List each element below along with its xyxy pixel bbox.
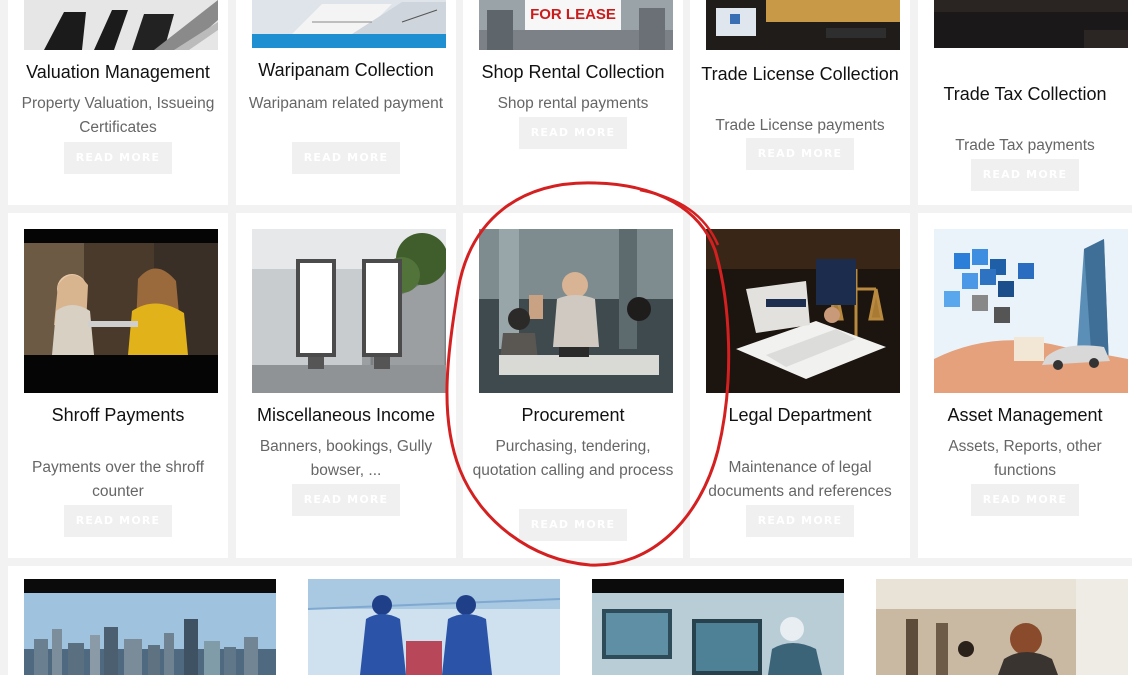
service-title: Legal Department xyxy=(728,405,872,425)
service-description: Maintenance of legal documents and refer… xyxy=(708,459,892,500)
service-title: Trade Tax Collection xyxy=(943,84,1107,104)
service-card-miscellaneous-income: Miscellaneous Income Banners, bookings, … xyxy=(236,213,456,558)
legal-documents-image xyxy=(706,229,900,393)
read-more-button[interactable]: READ MORE xyxy=(746,505,854,537)
office-worker-image xyxy=(876,579,1128,675)
service-card-procurement: Procurement Purchasing, tendering, quota… xyxy=(463,213,683,558)
service-description: Purchasing, tendering, quotation calling… xyxy=(472,438,674,479)
service-description: Assets, Reports, other functions xyxy=(948,438,1102,479)
read-more-button[interactable]: READ MORE xyxy=(971,484,1079,516)
service-title: Shroff Payments xyxy=(51,405,185,425)
trade-license-image xyxy=(706,0,900,50)
service-card-shroff-payments: Shroff Payments Payments over the shroff… xyxy=(8,213,228,558)
read-more-button[interactable]: READ MORE xyxy=(519,117,627,149)
service-description: Trade License payments xyxy=(715,117,885,134)
engineering-screens-image xyxy=(592,579,844,675)
service-title: Waripanam Collection xyxy=(258,60,434,80)
service-card-shop-rental-collection: FOR LEASE Shop Rental Collection Shop re… xyxy=(463,0,683,205)
service-card-row3-3 xyxy=(576,566,860,675)
service-card-row3-1 xyxy=(8,566,292,675)
service-card-trade-license-collection: Trade License Collection Trade License p… xyxy=(690,0,910,205)
service-title: Miscellaneous Income xyxy=(256,405,436,425)
service-card-asset-management: Asset Management Assets, Reports, other … xyxy=(918,213,1132,558)
trade-tax-image xyxy=(934,0,1128,48)
read-more-button[interactable]: READ MORE xyxy=(292,484,400,516)
read-more-button[interactable]: READ MORE xyxy=(519,509,627,541)
shroff-image xyxy=(24,229,218,393)
asset-cubes-image xyxy=(934,229,1128,393)
for-lease-sign-text: FOR LEASE xyxy=(530,6,616,23)
service-description: Waripanam related payment xyxy=(248,95,444,112)
service-title: Asset Management xyxy=(947,405,1103,425)
procurement-meeting-image xyxy=(479,229,673,393)
service-title: Shop Rental Collection xyxy=(481,62,665,82)
waripanam-image xyxy=(252,0,446,48)
city-skyline-image xyxy=(24,579,276,675)
service-title: Procurement xyxy=(521,405,625,425)
service-description: Payments over the shroff counter xyxy=(31,459,205,500)
service-description: Banners, bookings, Gully bowser, ... xyxy=(259,438,433,479)
service-card-waripanam-collection: Waripanam Collection Waripanam related p… xyxy=(236,0,456,205)
service-card-row3-2 xyxy=(292,566,576,675)
read-more-button[interactable]: READ MORE xyxy=(292,142,400,174)
service-card-legal-department: Legal Department Maintenance of legal do… xyxy=(690,213,910,558)
service-title: Valuation Management xyxy=(26,62,210,82)
service-description: Shop rental payments xyxy=(497,95,649,112)
read-more-button[interactable]: READ MORE xyxy=(64,505,172,537)
read-more-button[interactable]: READ MORE xyxy=(64,142,172,174)
service-card-row3-4 xyxy=(860,566,1132,675)
valuation-image xyxy=(24,0,218,50)
read-more-button[interactable]: READ MORE xyxy=(746,138,854,170)
services-grid: Valuation Management Property Valuation,… xyxy=(0,0,1132,675)
for-lease-image: FOR LEASE xyxy=(479,0,673,50)
medical-staff-image xyxy=(308,579,560,675)
service-description: Property Valuation, Issueing Certificate… xyxy=(21,95,215,136)
billboard-image xyxy=(252,229,446,393)
service-card-valuation-management: Valuation Management Property Valuation,… xyxy=(8,0,228,205)
service-description: Trade Tax payments xyxy=(955,137,1095,154)
read-more-button[interactable]: READ MORE xyxy=(971,159,1079,191)
service-title: Trade License Collection xyxy=(701,64,899,84)
service-card-trade-tax-collection: Trade Tax Collection Trade Tax payments … xyxy=(918,0,1132,205)
